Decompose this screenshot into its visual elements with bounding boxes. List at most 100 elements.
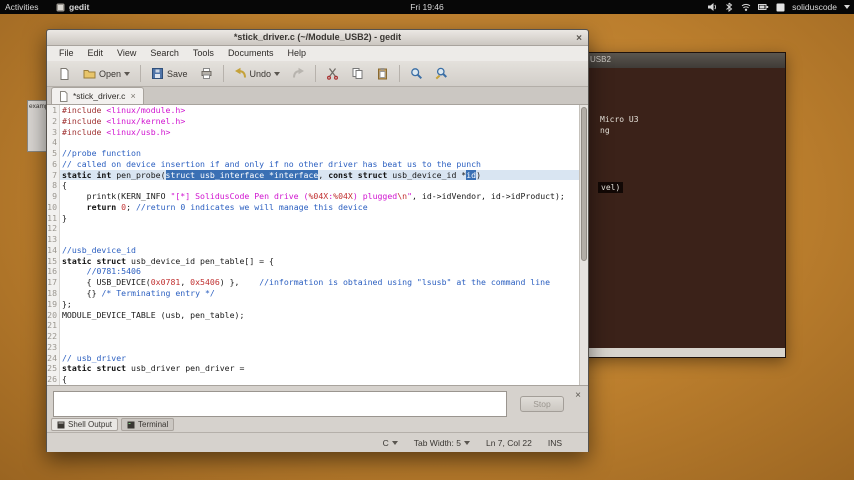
toolbar-separator bbox=[399, 65, 401, 82]
panel-tabs: Shell Output Terminal bbox=[51, 418, 175, 431]
line-number: 25 bbox=[47, 363, 57, 374]
chevron-down-icon bbox=[844, 5, 850, 9]
line-number: 8 bbox=[52, 180, 57, 191]
menu-help[interactable]: Help bbox=[280, 46, 313, 61]
window-title: *stick_driver.c (~/Module_USB2) - gedit bbox=[233, 32, 402, 42]
menu-documents[interactable]: Documents bbox=[221, 46, 281, 61]
tab-stick-driver[interactable]: *stick_driver.c × bbox=[51, 87, 144, 104]
new-document-button[interactable] bbox=[53, 65, 76, 82]
volume-icon[interactable] bbox=[707, 2, 717, 12]
line-number: 23 bbox=[47, 341, 57, 352]
code-line: printk(KERN_INFO "[*] SolidusCode Pen dr… bbox=[62, 191, 565, 202]
top-panel: Activities gedit Fri 19:46 soliduscode bbox=[0, 0, 854, 14]
shell-output-icon bbox=[57, 421, 65, 428]
code-line: return 0; //return 0 indicates we will m… bbox=[86, 201, 368, 212]
menu-tools[interactable]: Tools bbox=[186, 46, 221, 61]
line-number: 16 bbox=[47, 266, 57, 277]
tab-shell-output[interactable]: Shell Output bbox=[51, 418, 119, 431]
menu-view[interactable]: View bbox=[110, 46, 143, 61]
line-number: 13 bbox=[47, 234, 57, 245]
tab-bar: *stick_driver.c × bbox=[47, 87, 588, 105]
undo-button[interactable]: Undo bbox=[229, 65, 286, 82]
user-menu[interactable]: soliduscode bbox=[792, 2, 837, 12]
open-button[interactable]: Open bbox=[78, 65, 135, 82]
line-number: 19 bbox=[47, 298, 57, 309]
scrollbar-thumb[interactable] bbox=[581, 107, 587, 261]
chevron-down-icon bbox=[124, 71, 131, 76]
code-line: // called on device insertion if and onl… bbox=[62, 158, 481, 169]
search-replace-icon bbox=[435, 67, 448, 80]
line-number: 10 bbox=[47, 201, 57, 212]
background-window-fragment[interactable]: exampl bbox=[27, 100, 47, 152]
gedit-window: *stick_driver.c (~/Module_USB2) - gedit … bbox=[46, 29, 589, 452]
tab-terminal[interactable]: Terminal bbox=[121, 418, 175, 431]
find-button[interactable] bbox=[405, 65, 428, 82]
code-line: // usb_driver bbox=[62, 352, 127, 363]
line-number: 14 bbox=[47, 244, 57, 255]
menubar: File Edit View Search Tools Documents He… bbox=[47, 46, 588, 61]
copy-icon bbox=[352, 68, 363, 79]
line-number: 2 bbox=[52, 115, 57, 126]
line-number: 12 bbox=[47, 223, 57, 234]
text-editor[interactable]: 1 2 3 4 5 6 7 8 9 10 11 12 13 14 15 16 17 18 19 20 21 22 23 24 2… bbox=[47, 105, 588, 385]
open-folder-icon bbox=[83, 70, 96, 79]
replace-button[interactable] bbox=[430, 65, 453, 82]
code-line: { bbox=[62, 180, 67, 191]
shell-output-view[interactable] bbox=[53, 391, 507, 417]
save-icon bbox=[152, 68, 164, 79]
tab-close-icon[interactable]: × bbox=[130, 91, 135, 101]
terminal-icon bbox=[127, 421, 135, 428]
copy-button[interactable] bbox=[346, 65, 369, 82]
print-icon bbox=[201, 68, 212, 79]
menu-edit[interactable]: Edit bbox=[81, 46, 111, 61]
line-number: 22 bbox=[47, 331, 57, 342]
insert-mode-indicator: INS bbox=[547, 437, 562, 448]
redo-button[interactable] bbox=[287, 65, 310, 82]
panel-close-icon[interactable]: × bbox=[575, 390, 581, 401]
input-source-icon[interactable] bbox=[776, 3, 785, 12]
toolbar-separator bbox=[315, 65, 317, 82]
terminal-output-line: ng bbox=[600, 126, 610, 135]
network-icon[interactable] bbox=[741, 2, 751, 12]
window-titlebar[interactable]: *stick_driver.c (~/Module_USB2) - gedit … bbox=[47, 30, 588, 46]
terminal-output-line: vel) bbox=[598, 182, 624, 193]
bluetooth-icon[interactable] bbox=[724, 2, 734, 12]
search-icon bbox=[411, 68, 423, 80]
chevron-down-icon bbox=[463, 440, 470, 445]
line-number: 26 bbox=[47, 374, 57, 385]
code-line: } bbox=[62, 212, 67, 223]
line-number-gutter: 1 2 3 4 5 6 7 8 9 10 11 12 13 14 15 16 17 18 19 20 21 22 23 24 2… bbox=[47, 105, 60, 385]
language-combo[interactable]: C bbox=[383, 438, 398, 448]
chevron-down-icon bbox=[274, 71, 281, 76]
menu-search[interactable]: Search bbox=[143, 46, 186, 61]
line-number: 7 bbox=[52, 169, 57, 180]
code-line: static int pen_probe(struct usb_interfac… bbox=[60, 169, 588, 181]
line-number: 4 bbox=[52, 137, 57, 148]
vertical-scrollbar[interactable] bbox=[579, 105, 588, 385]
status-area[interactable]: soliduscode bbox=[707, 0, 850, 14]
battery-icon[interactable] bbox=[758, 2, 769, 12]
cut-button[interactable] bbox=[321, 65, 344, 82]
window-close-icon[interactable]: × bbox=[576, 31, 582, 46]
toolbar: Open Save Undo bbox=[47, 61, 588, 87]
paste-button[interactable] bbox=[371, 65, 394, 82]
line-number: 1 bbox=[52, 105, 57, 115]
save-button[interactable]: Save bbox=[146, 65, 193, 82]
code-line: { USB_DEVICE(0x0781, 0x5406) }, //inform… bbox=[62, 277, 551, 288]
document-icon bbox=[60, 90, 68, 102]
new-document-icon bbox=[60, 68, 69, 80]
bottom-panel: Stop × Shell Output Terminal bbox=[47, 385, 588, 432]
tab-label: *stick_driver.c bbox=[73, 91, 126, 101]
menu-file[interactable]: File bbox=[52, 46, 81, 61]
line-number: 11 bbox=[47, 212, 57, 223]
stop-button[interactable]: Stop bbox=[520, 396, 564, 412]
code-line: //probe function bbox=[62, 148, 141, 159]
cursor-position: Ln 7, Col 22 bbox=[485, 437, 532, 448]
print-button[interactable] bbox=[195, 65, 218, 82]
code-line: //usb_device_id bbox=[62, 244, 136, 255]
background-window-text: exampl bbox=[29, 103, 46, 110]
tab-width-combo[interactable]: Tab Width: 5 bbox=[414, 438, 470, 448]
terminal-output-line: Micro U3 bbox=[600, 115, 639, 124]
